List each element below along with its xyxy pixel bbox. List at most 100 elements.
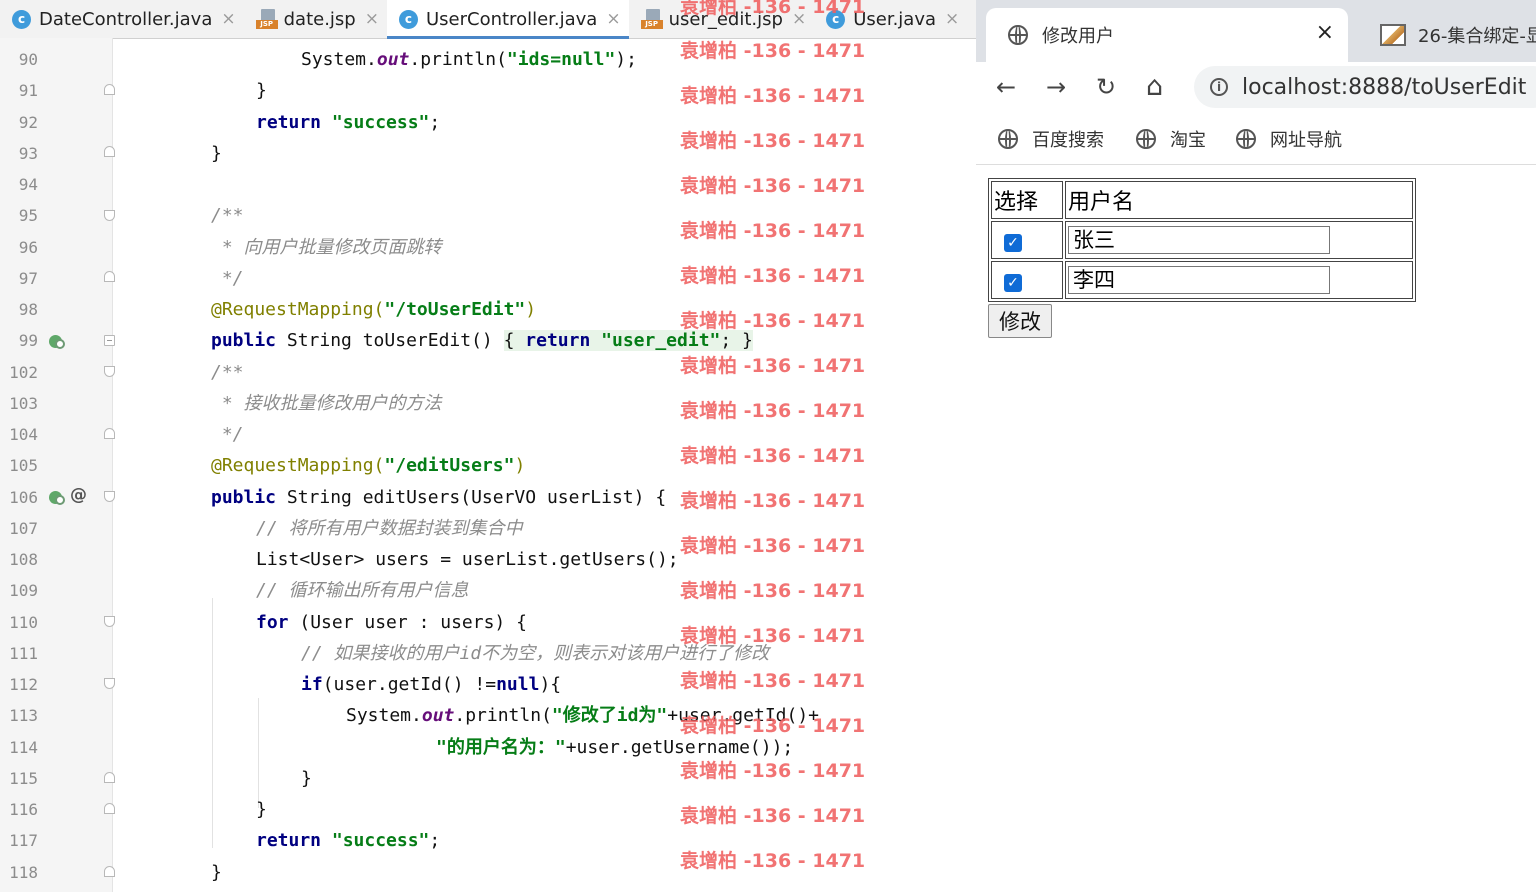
fold-marker-icon[interactable] xyxy=(104,491,115,502)
user-checkbox[interactable]: ✓ xyxy=(1004,233,1022,252)
code-token: */ xyxy=(211,267,244,289)
code-line[interactable]: // 循环输出所有用户信息 xyxy=(120,575,469,606)
watermark-text: 袁增柏 -136 - 1471 xyxy=(680,490,866,512)
home-icon[interactable]: ⌂ xyxy=(1146,72,1163,102)
close-icon[interactable]: × xyxy=(606,9,620,29)
code-token: } xyxy=(731,330,753,352)
browser-tab-active[interactable]: 修改用户 × xyxy=(986,8,1348,62)
spring-bean-run-icon[interactable] xyxy=(48,488,66,506)
code-line[interactable] xyxy=(120,169,166,200)
code-line[interactable]: } xyxy=(120,763,312,794)
code-line[interactable]: // 将所有用户数据封装到集合中 xyxy=(120,513,523,544)
code-line[interactable]: public String editUsers(UserVO userList)… xyxy=(120,482,666,513)
bookmark-nav[interactable]: 网址导航 xyxy=(1236,126,1342,152)
username-cell: 张三 xyxy=(1065,221,1413,259)
close-icon[interactable]: × xyxy=(945,9,959,29)
fold-marker-icon[interactable] xyxy=(104,366,115,377)
fold-marker-icon[interactable] xyxy=(104,210,115,221)
code-token: * 向用户批量修改页面跳转 xyxy=(211,236,442,258)
code-line[interactable]: * 向用户批量修改页面跳转 xyxy=(120,232,442,263)
code-token: +user.getUsername()); xyxy=(565,736,794,758)
fold-marker-icon[interactable] xyxy=(104,84,115,95)
browser-tab-strip: 修改用户 × 26-集合绑定-显 xyxy=(976,0,1536,62)
editor-tab-date-jsp[interactable]: JSP date.jsp × xyxy=(244,0,387,38)
user-checkbox[interactable]: ✓ xyxy=(1004,273,1022,292)
bookmark-baidu[interactable]: 百度搜索 xyxy=(998,126,1104,152)
watermark-text: 袁增柏 -136 - 1471 xyxy=(680,715,866,737)
editor-tab-usercontroller[interactable]: c UserController.java × xyxy=(386,0,629,39)
browser-tab-inactive[interactable]: 26-集合绑定-显 xyxy=(1376,8,1536,62)
code-line[interactable]: for (User user : users) { xyxy=(120,607,527,638)
jsp-file-icon: JSP xyxy=(640,9,663,29)
fold-marker-icon[interactable] xyxy=(104,678,115,689)
code-token: return xyxy=(256,111,332,133)
line-number: 95 xyxy=(18,206,38,226)
line-number: 96 xyxy=(18,237,38,257)
line-number: 97 xyxy=(18,268,38,288)
username-cell: 李四 xyxy=(1065,261,1413,299)
code-line[interactable]: @RequestMapping("/toUserEdit") xyxy=(120,294,536,325)
editor-tab-label: date.jsp xyxy=(283,8,356,30)
line-number: 115 xyxy=(9,768,38,788)
line-number: 98 xyxy=(18,300,38,319)
back-arrow-icon[interactable]: ← xyxy=(996,72,1016,102)
code-token: out xyxy=(421,705,455,727)
info-icon[interactable]: i xyxy=(1210,78,1228,96)
reload-icon[interactable]: ↻ xyxy=(1096,72,1116,102)
editor-tab-datecontroller[interactable]: c DateController.java × xyxy=(0,0,244,38)
watermark-text: 袁增柏 -136 - 1471 xyxy=(680,220,866,242)
fold-marker-icon[interactable] xyxy=(104,271,115,282)
fold-marker-icon[interactable] xyxy=(104,146,115,157)
fold-marker-icon[interactable] xyxy=(104,866,115,877)
code-line[interactable]: return "success"; xyxy=(120,825,440,856)
code-token: "的用户名为：" xyxy=(436,736,566,758)
code-line[interactable]: } xyxy=(120,138,222,169)
code-token: ){ xyxy=(539,674,562,695)
code-line[interactable]: } xyxy=(120,857,222,888)
code-token: // 循环输出所有用户信息 xyxy=(256,580,469,602)
table-row: ✓ 李四 xyxy=(991,261,1413,299)
code-token: List<User> users = userList.getUsers(); xyxy=(256,549,679,570)
bookmark-taobao[interactable]: 淘宝 xyxy=(1136,126,1206,152)
fold-marker-icon[interactable] xyxy=(104,335,115,346)
line-number: 93 xyxy=(18,143,38,163)
code-line[interactable]: /** xyxy=(120,357,244,388)
spring-bean-run-icon[interactable] xyxy=(48,332,66,350)
watermark-text: 袁增柏 -136 - 1471 xyxy=(680,355,866,377)
code-line[interactable]: * 接收批量修改用户的方法 xyxy=(120,388,442,419)
fold-marker-icon[interactable] xyxy=(104,772,115,783)
address-bar[interactable]: i localhost:8888/toUserEdit xyxy=(1194,66,1536,108)
watermark-text: 袁增柏 -136 - 1471 xyxy=(680,130,866,152)
code-line[interactable]: List<User> users = userList.getUsers(); xyxy=(120,544,679,575)
code-line[interactable]: } xyxy=(120,794,267,825)
fold-marker-icon[interactable] xyxy=(104,428,115,439)
code-line[interactable]: // 如果接收的用户id不为空，则表示对该用户进行了修改 xyxy=(120,638,769,669)
override-at-icon[interactable]: @ xyxy=(70,485,87,505)
fold-marker-icon[interactable] xyxy=(104,616,115,627)
watermark-text: 袁增柏 -136 - 1471 xyxy=(680,670,866,692)
code-token: String editUsers(UserVO userList) { xyxy=(286,486,667,508)
code-line[interactable]: if(user.getId() !=null){ xyxy=(120,669,561,700)
code-line[interactable]: */ xyxy=(120,419,244,450)
close-tab-icon[interactable]: × xyxy=(1316,20,1334,45)
line-number-gutter[interactable]: @ 90 91 92 93 94 95 96 97 98 99 102 103 104 105 106 107… xyxy=(0,38,115,892)
code-line[interactable]: public String toUserEdit() { return "use… xyxy=(120,325,753,356)
username-input[interactable]: 李四 xyxy=(1068,266,1330,294)
submit-button[interactable]: 修改 xyxy=(988,304,1052,338)
close-icon[interactable]: × xyxy=(221,9,235,29)
forward-arrow-icon[interactable]: → xyxy=(1046,72,1066,102)
code-line[interactable]: } xyxy=(120,75,267,106)
url-text[interactable]: localhost:8888/toUserEdit xyxy=(1242,75,1526,100)
code-line[interactable]: System.out.println("ids=null"); xyxy=(120,44,637,75)
code-token: ); xyxy=(615,49,637,70)
code-line[interactable]: @RequestMapping("/editUsers") xyxy=(120,450,525,481)
username-input[interactable]: 张三 xyxy=(1068,226,1330,254)
code-line[interactable]: /** xyxy=(120,200,244,231)
close-icon[interactable]: × xyxy=(365,9,379,29)
code-token: "/toUserEdit" xyxy=(384,299,526,320)
code-token: } xyxy=(301,767,312,789)
fold-marker-icon[interactable] xyxy=(104,803,115,814)
code-line[interactable]: return "success"; xyxy=(120,107,440,138)
code-line[interactable]: */ xyxy=(120,263,244,294)
line-number: 118 xyxy=(9,862,38,882)
